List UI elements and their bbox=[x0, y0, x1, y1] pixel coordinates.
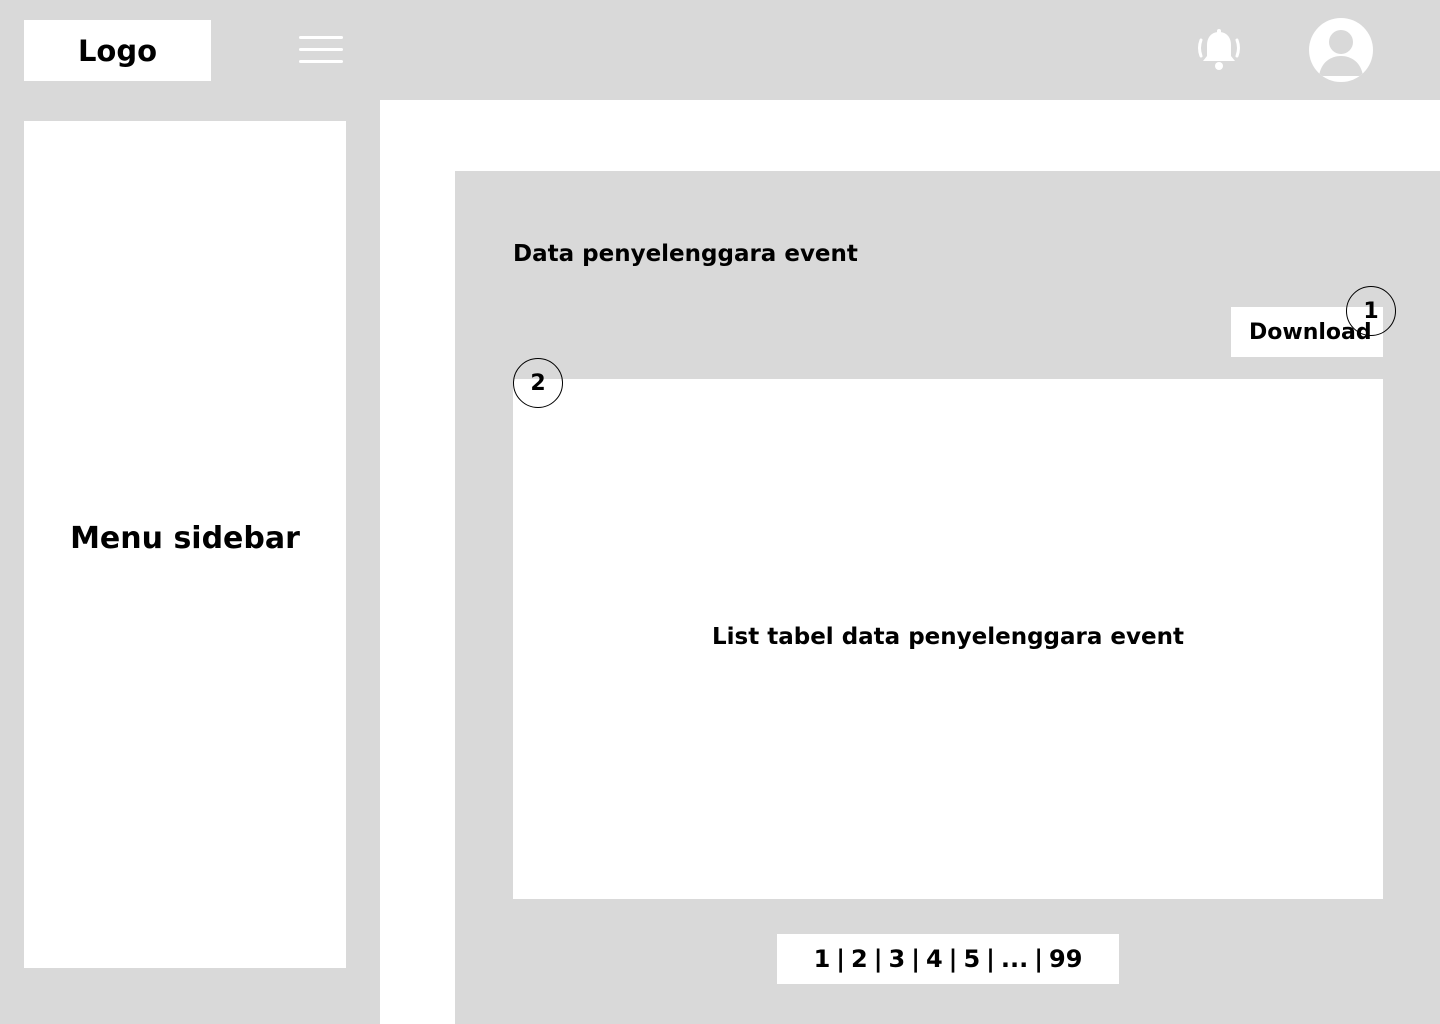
sidebar-label: Menu sidebar bbox=[70, 521, 300, 556]
page-link-3[interactable]: 3 bbox=[883, 945, 912, 973]
page-link-5[interactable]: 5 bbox=[957, 945, 986, 973]
page-link-2[interactable]: 2 bbox=[845, 945, 874, 973]
page-title: Data penyelenggara event bbox=[513, 241, 858, 267]
annotation-marker-2: 2 bbox=[513, 358, 563, 408]
pagination-separator: | bbox=[836, 945, 846, 973]
page-ellipsis: ... bbox=[1000, 945, 1029, 973]
pagination-separator: | bbox=[986, 945, 995, 973]
annotation-marker-1: 1 bbox=[1346, 286, 1396, 336]
content-panel: Data penyelenggara event Download 1 List… bbox=[455, 171, 1440, 1024]
user-avatar-icon[interactable] bbox=[1309, 18, 1373, 82]
table-placeholder-label: List tabel data penyelenggara event bbox=[712, 624, 1184, 650]
bell-ringing-icon-graphic bbox=[1198, 29, 1240, 70]
pagination-separator: | bbox=[911, 945, 920, 973]
pagination-separator: | bbox=[873, 945, 883, 973]
page-link-1[interactable]: 1 bbox=[808, 945, 837, 973]
user-avatar-icon-graphic bbox=[1319, 30, 1363, 76]
data-table-placeholder: List tabel data penyelenggara event bbox=[513, 379, 1383, 899]
bell-ringing-icon[interactable] bbox=[1195, 26, 1243, 74]
logo: Logo bbox=[24, 20, 211, 81]
hamburger-menu-icon[interactable] bbox=[299, 36, 343, 64]
page-link-4[interactable]: 4 bbox=[920, 945, 949, 973]
pagination-separator: | bbox=[948, 945, 958, 973]
page-link-99[interactable]: 99 bbox=[1043, 945, 1088, 973]
pagination-separator: | bbox=[1034, 945, 1044, 973]
menu-sidebar: Menu sidebar bbox=[24, 121, 346, 968]
pagination: 1 | 2 | 3 | 4 | 5 | ... | 99 bbox=[777, 934, 1119, 984]
